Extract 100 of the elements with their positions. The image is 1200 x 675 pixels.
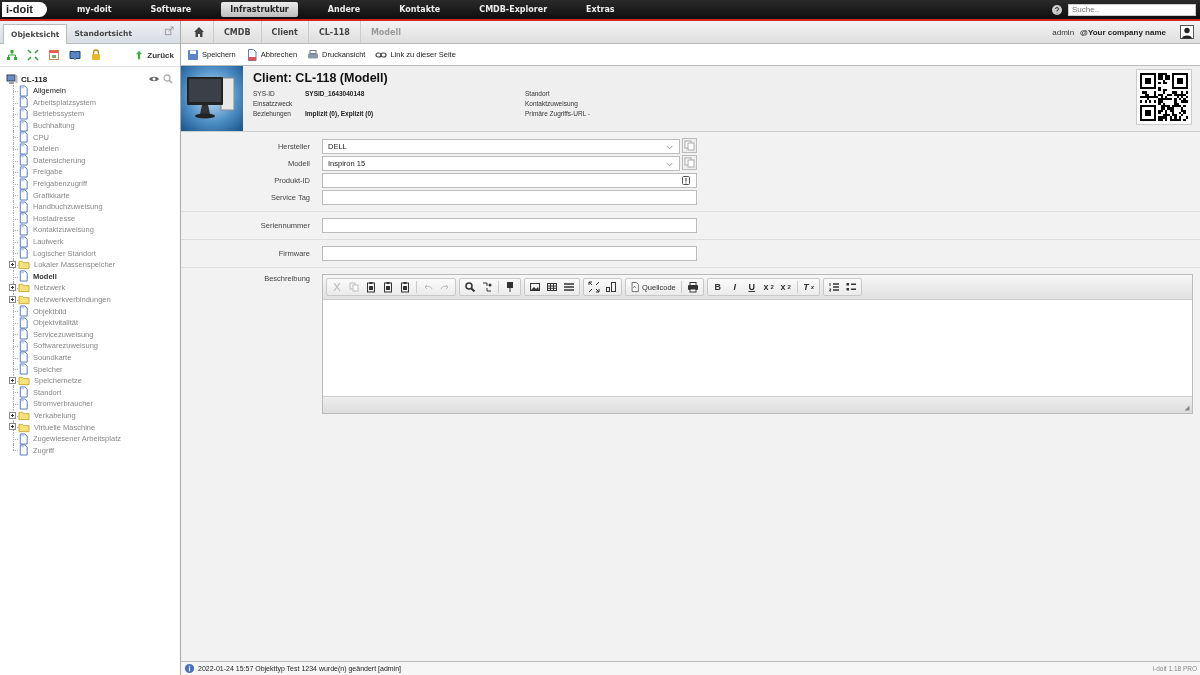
nav-tab[interactable]: Andere [318, 2, 370, 17]
page-icon [18, 235, 29, 248]
toolbar-button[interactable] [544, 280, 560, 294]
printer-icon [307, 48, 320, 61]
page-icon [18, 363, 29, 376]
page-icon [18, 108, 29, 120]
folder-icon [18, 259, 30, 271]
clipboard-icon [365, 281, 377, 293]
page-icon [18, 247, 29, 260]
bulleted-list-icon [844, 281, 857, 293]
book-icon [69, 49, 81, 61]
text-field[interactable] [322, 246, 697, 261]
copy-icon [682, 155, 697, 170]
page-icon [18, 351, 29, 364]
copy-icon [348, 281, 360, 293]
expand-icon[interactable] [9, 284, 16, 292]
expand-icon[interactable] [9, 376, 16, 384]
toolbar-button[interactable] [586, 280, 602, 294]
format-button[interactable]: B [709, 280, 726, 294]
toolbar-button[interactable] [527, 280, 543, 294]
calendar-icon [48, 49, 60, 61]
folder-icon [18, 282, 30, 294]
clipboard-icon [399, 281, 411, 293]
copy-icon [682, 138, 697, 153]
nav-tab[interactable]: Extras [577, 2, 624, 17]
expand-arrows-icon [27, 49, 39, 61]
page-icon [18, 444, 29, 457]
toolbar-button[interactable] [603, 280, 619, 294]
logo[interactable]: i-doit [2, 2, 47, 17]
nav-tab[interactable]: CMDB-Explorer [470, 2, 557, 17]
breadcrumb-link[interactable]: CL-118 [307, 21, 360, 43]
page-icon [18, 223, 29, 236]
printer-icon [686, 281, 699, 293]
page-icon [18, 119, 29, 132]
page-icon [18, 386, 29, 399]
page-icon [18, 270, 29, 283]
image-icon [529, 281, 541, 293]
scissors-icon [331, 281, 343, 293]
search-icon [464, 281, 476, 293]
format-button[interactable]: I [726, 280, 743, 294]
object-title: Client: CL-118 (Modell) [253, 71, 389, 85]
avatar-icon [1180, 25, 1194, 39]
folder-icon [18, 409, 30, 421]
page-icon [18, 432, 29, 445]
help-icon [1051, 3, 1063, 16]
page-icon [18, 84, 29, 97]
nav-tab[interactable]: Software [141, 2, 201, 17]
table-icon [546, 281, 558, 293]
computer-icon [6, 73, 18, 85]
popout-icon [164, 26, 175, 37]
toolbar-button[interactable] [462, 280, 478, 294]
search-field[interactable]: Suche.. [1068, 3, 1196, 16]
maximize-icon [588, 281, 600, 293]
folder-icon [18, 421, 30, 433]
hierarchy-icon [6, 49, 18, 61]
blocks-icon [605, 281, 617, 293]
page-icon [18, 305, 29, 318]
page-icon [18, 131, 29, 144]
expand-icon[interactable] [9, 423, 16, 431]
tenant-name[interactable]: @Your company name [1080, 27, 1166, 37]
page-icon [18, 96, 29, 109]
document-icon [630, 281, 640, 293]
back-button[interactable]: Zurück [134, 49, 174, 61]
breadcrumb-link[interactable]: CMDB [213, 21, 261, 43]
home-icon [193, 26, 205, 38]
expand-icon[interactable] [9, 295, 16, 303]
page-icon [18, 177, 29, 190]
replace-icon [481, 281, 493, 293]
page-icon [18, 316, 29, 329]
text-field[interactable] [322, 218, 697, 233]
format-button[interactable]: x$^{2}$ [777, 280, 794, 294]
folder-icon [18, 294, 30, 305]
document-icon [245, 48, 258, 61]
numbered-list-icon [827, 281, 840, 293]
qr-code-drawing [1140, 73, 1188, 121]
page-icon [18, 339, 29, 352]
resize-handle-icon [1182, 403, 1192, 413]
page-icon [18, 212, 29, 225]
page-icon [18, 165, 29, 178]
page-icon [18, 142, 29, 155]
nav-tab[interactable]: Infrastruktur [221, 2, 298, 17]
text-field[interactable] [322, 190, 697, 205]
username[interactable]: admin [1052, 27, 1075, 37]
folder-icon [18, 375, 30, 387]
expand-icon[interactable] [9, 411, 16, 419]
format-button[interactable]: U [743, 280, 760, 294]
tree-root-label[interactable]: CL-118 [21, 74, 48, 84]
page-icon [18, 189, 29, 202]
nav-tab[interactable]: Kontakte [390, 2, 450, 17]
page-icon [18, 397, 29, 410]
expand-icon[interactable] [9, 260, 16, 268]
toolbar-button[interactable] [561, 280, 577, 294]
page-icon [18, 200, 29, 213]
nav-tab[interactable]: my-doit [67, 2, 121, 17]
page-icon [18, 154, 29, 167]
clipboard-icon [382, 281, 394, 293]
text-field[interactable] [322, 173, 697, 188]
page-icon [18, 328, 29, 341]
horizontal-rule-icon [563, 281, 575, 293]
breadcrumb-link[interactable]: Client [260, 21, 308, 43]
